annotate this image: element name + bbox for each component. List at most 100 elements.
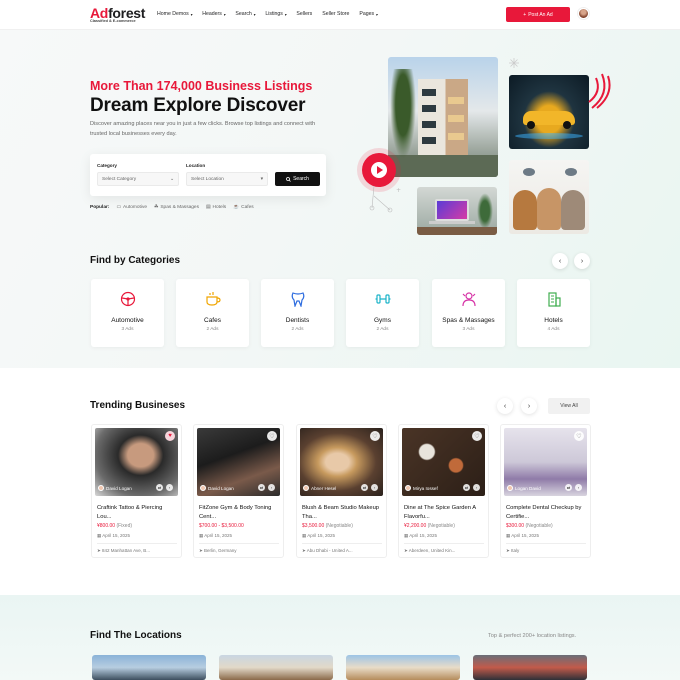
location-arrow-icon: ➤ bbox=[404, 548, 408, 553]
favorite-heart-icon[interactable]: ♡ bbox=[267, 431, 277, 441]
categories-next-button[interactable]: › bbox=[574, 253, 590, 269]
hotel-building-icon bbox=[545, 290, 563, 308]
chevron-down-icon: ▾ bbox=[284, 11, 287, 17]
search-button[interactable]: Search bbox=[275, 172, 320, 186]
compare-icon[interactable]: ⇄ bbox=[258, 484, 265, 491]
listing-title[interactable]: Craftink Tattoo & Piercing Lou... bbox=[97, 504, 177, 522]
listing-date: ▦ April 15, 2025 bbox=[404, 533, 438, 538]
favorite-heart-icon[interactable]: ♥ bbox=[165, 431, 175, 441]
listing-date: ▦ April 15, 2025 bbox=[302, 533, 336, 538]
more-icon[interactable]: › bbox=[371, 484, 378, 491]
chevron-down-icon: ⌄ bbox=[169, 176, 174, 182]
listing-author: David Logan bbox=[98, 485, 132, 491]
more-icon[interactable]: › bbox=[575, 484, 582, 491]
plus-icon: + bbox=[523, 11, 527, 18]
listing-card[interactable]: ♡ Mirya Iossef ⇄ › Dine at The Spice Gar… bbox=[398, 424, 489, 558]
popular-tag-hotels[interactable]: ▤ Hotels bbox=[206, 205, 226, 210]
popular-tag-automotive[interactable]: ▭ Automotive bbox=[116, 205, 147, 210]
post-ad-label: Post An Ad bbox=[528, 11, 553, 18]
coffee-cup-icon bbox=[204, 290, 222, 308]
trending-prev-button[interactable]: ‹ bbox=[497, 398, 513, 414]
listing-title[interactable]: Dine at The Spice Garden A Flavorfu... bbox=[404, 504, 484, 522]
compare-icon[interactable]: ⇄ bbox=[463, 484, 470, 491]
post-ad-button[interactable]: + Post An Ad bbox=[506, 7, 570, 22]
listing-card[interactable]: ♡ David Logan ⇄ › FitZone Gym & Body Ton… bbox=[193, 424, 284, 558]
listing-author: Mirya Iossef bbox=[405, 485, 438, 491]
category-card-hotels[interactable]: Hotels 4 Ads bbox=[517, 279, 590, 347]
more-icon[interactable]: › bbox=[268, 484, 275, 491]
listing-author: Abner Hesel bbox=[303, 485, 336, 491]
main-nav: Home Demos ▾ Headers ▾ Search ▾ Listings ▾ S… bbox=[157, 11, 378, 17]
hero-image-laptop bbox=[417, 187, 497, 235]
hero-kicker: More Than 174,000 Business Listings bbox=[90, 79, 313, 93]
divider bbox=[97, 543, 177, 544]
nav-sellers[interactable]: Sellers bbox=[296, 11, 312, 17]
listing-price: $300.00 (Negotiable) bbox=[506, 523, 553, 529]
listing-date: ▦ April 15, 2025 bbox=[199, 533, 233, 538]
listing-card[interactable]: ♥ David Logan ⇄ › Craftink Tattoo & Pier… bbox=[91, 424, 182, 558]
view-all-button[interactable]: View All bbox=[548, 398, 590, 414]
compare-icon[interactable]: ⇄ bbox=[156, 484, 163, 491]
divider bbox=[506, 543, 586, 544]
nav-pages[interactable]: Pages ▾ bbox=[359, 11, 377, 17]
listing-card[interactable]: ♡ Abner Hesel ⇄ › Blush & Beam Studio Ma… bbox=[296, 424, 387, 558]
favorite-heart-icon[interactable]: ♡ bbox=[574, 431, 584, 441]
category-count: 3 Ads bbox=[121, 327, 134, 332]
locations-subtitle: Top & perfect 200+ location listings. bbox=[488, 633, 577, 639]
trending-next-button[interactable]: › bbox=[521, 398, 537, 414]
caret-down-icon: ▾ bbox=[260, 176, 263, 182]
hero-image-building bbox=[388, 57, 498, 177]
category-name: Gyms bbox=[374, 317, 391, 324]
category-select[interactable]: Select Category ⌄ bbox=[97, 172, 179, 186]
divider bbox=[404, 543, 484, 544]
category-count: 2 Ads bbox=[291, 327, 304, 332]
listing-card[interactable]: ♡ Logan David ⇄ › Complete Dental Checku… bbox=[500, 424, 591, 558]
decor-network-lines: + bbox=[369, 186, 401, 213]
hero-title: Dream Explore Discover bbox=[90, 95, 306, 116]
category-card-automotive[interactable]: Automotive 3 Ads bbox=[91, 279, 164, 347]
nav-seller-store[interactable]: Seller Store bbox=[322, 11, 349, 17]
listing-title[interactable]: Blush & Beam Studio Makeup Tha... bbox=[302, 504, 382, 522]
popular-tag-cafes[interactable]: ☕ Cafes bbox=[233, 205, 254, 210]
logo-tagline: Classified & E-commerce bbox=[90, 19, 136, 23]
category-count: 2 Ads bbox=[206, 327, 219, 332]
favorite-heart-icon[interactable]: ♡ bbox=[472, 431, 482, 441]
location-card-sydney[interactable] bbox=[92, 655, 206, 680]
chevron-down-icon: ▾ bbox=[253, 11, 256, 17]
popular-tags: Popular: ▭ Automotive ☘ Spas & Massages ▤ H… bbox=[90, 205, 254, 210]
category-card-cafes[interactable]: Cafes 2 Ads bbox=[176, 279, 249, 347]
listing-price: ¥2,200.00 (Negotiable) bbox=[404, 523, 455, 529]
play-video-button[interactable] bbox=[362, 153, 396, 187]
listing-title[interactable]: Complete Dental Checkup by Certifie... bbox=[506, 504, 586, 522]
nav-listings[interactable]: Listings ▾ bbox=[265, 11, 286, 17]
favorite-heart-icon[interactable]: ♡ bbox=[370, 431, 380, 441]
category-count: 2 Ads bbox=[376, 327, 389, 332]
popular-label: Popular: bbox=[90, 205, 110, 210]
compare-icon[interactable]: ⇄ bbox=[565, 484, 572, 491]
popular-tag-spas[interactable]: ☘ Spas & Massages bbox=[154, 205, 199, 210]
more-icon[interactable]: › bbox=[166, 484, 173, 491]
compare-icon[interactable]: ⇄ bbox=[361, 484, 368, 491]
listing-title[interactable]: FitZone Gym & Body Toning Cent... bbox=[199, 504, 279, 522]
location-card-times-square[interactable] bbox=[473, 655, 587, 680]
category-card-dentists[interactable]: Dentists 2 Ads bbox=[261, 279, 334, 347]
location-card-venice[interactable] bbox=[346, 655, 460, 680]
hero-image-pets bbox=[509, 160, 589, 234]
more-icon[interactable]: › bbox=[473, 484, 480, 491]
location-arrow-icon: ➤ bbox=[506, 548, 510, 553]
categories-title: Find by Categories bbox=[90, 255, 181, 266]
category-name: Dentists bbox=[285, 317, 310, 324]
site-logo[interactable]: Adforest bbox=[90, 6, 145, 20]
location-card-city[interactable] bbox=[219, 655, 333, 680]
nav-search[interactable]: Search ▾ bbox=[235, 11, 255, 17]
category-card-spas[interactable]: Spas & Massages 3 Ads bbox=[432, 279, 505, 347]
categories-prev-button[interactable]: ‹ bbox=[552, 253, 568, 269]
nav-home-demos[interactable]: Home Demos ▾ bbox=[157, 11, 192, 17]
user-avatar[interactable] bbox=[578, 8, 589, 19]
chevron-down-icon: ▾ bbox=[375, 11, 378, 17]
location-select[interactable]: Select Location ▾ bbox=[186, 172, 268, 186]
calendar-icon: ▦ bbox=[506, 533, 511, 538]
nav-headers[interactable]: Headers ▾ bbox=[202, 11, 225, 17]
category-card-gyms[interactable]: Gyms 2 Ads bbox=[346, 279, 419, 347]
listing-author: David Logan bbox=[200, 485, 234, 491]
